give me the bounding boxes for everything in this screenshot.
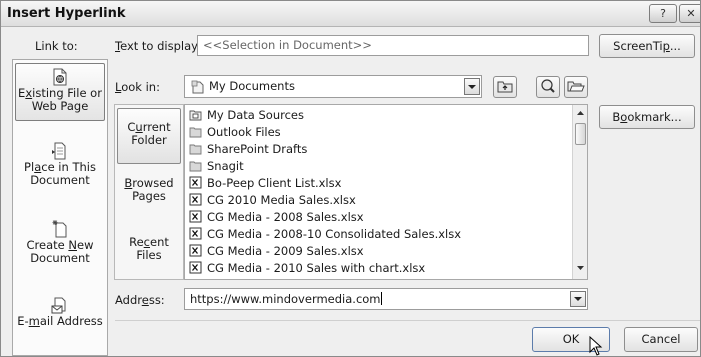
browsed-pages-button[interactable]: Browsed Pages: [117, 177, 181, 211]
look-in-dropdown-button[interactable]: [464, 78, 480, 95]
scrollbar-thumb[interactable]: [575, 123, 586, 145]
mouse-pointer-icon: [589, 336, 603, 356]
list-item[interactable]: Outlook Files: [189, 125, 281, 140]
existing-file-label: Existing File or: [18, 86, 102, 100]
browsed-pages-label-line2: Pages: [132, 189, 166, 203]
recent-files-label: Recent: [129, 235, 169, 249]
divider: [115, 320, 700, 321]
folder-icon: [189, 161, 202, 172]
browse-web-icon: [541, 79, 555, 93]
help-button[interactable]: ?: [649, 4, 677, 23]
current-folder-label-line2: Folder: [131, 133, 167, 147]
look-in-label: Look in:: [115, 80, 160, 94]
current-folder-button[interactable]: Current Folder: [117, 108, 181, 164]
chevron-down-icon: [468, 85, 476, 89]
browsed-pages-label: Browsed: [124, 176, 174, 190]
close-button[interactable]: ✕: [679, 4, 700, 23]
place-in-document-label-line2: Document: [30, 173, 90, 187]
list-item[interactable]: CG 2010 Media Sales.xlsx: [189, 193, 356, 208]
excel-file-icon: [189, 261, 202, 274]
scroll-down-arrow-icon[interactable]: [575, 263, 586, 273]
new-document-icon: [52, 220, 67, 238]
address-value: https://www.mindovermedia.com: [190, 292, 381, 306]
link-to-label: Link to:: [35, 39, 78, 53]
look-in-select[interactable]: My Documents: [184, 75, 482, 98]
chevron-down-icon: [574, 297, 582, 301]
file-list[interactable]: My Data Sources Outlook Files SharePoint…: [184, 104, 588, 280]
browse-side-pane: Current Folder Browsed Pages Recent File…: [114, 104, 184, 280]
excel-file-icon: [189, 193, 202, 206]
text-to-display-value: <<Selection in Document>>: [203, 38, 372, 52]
bookmark-button[interactable]: Bookmark...: [599, 105, 695, 129]
help-icon: ?: [660, 7, 666, 20]
text-to-display-input[interactable]: <<Selection in Document>>: [197, 35, 589, 56]
list-item[interactable]: CG Media - 2010 Sales with chart.xlsx: [189, 261, 425, 276]
title-bar: Insert Hyperlink ? ✕: [1, 1, 700, 27]
link-place-in-this-document[interactable]: Place in This Document: [15, 142, 105, 188]
list-item[interactable]: Snagit: [189, 159, 244, 174]
email-address-label: E-mail Address: [17, 314, 103, 328]
screentip-button[interactable]: ScreenTip...: [599, 34, 695, 58]
cancel-button[interactable]: Cancel: [624, 327, 698, 352]
dialog-title: Insert Hyperlink: [7, 6, 126, 21]
excel-file-icon: [189, 244, 202, 257]
folder-icon: [189, 127, 202, 138]
my-documents-icon: [191, 80, 204, 94]
data-source-folder-icon: [189, 110, 202, 121]
browse-file-button[interactable]: [564, 76, 588, 98]
link-create-new-document[interactable]: Create New Document: [15, 220, 105, 266]
address-label: Address:: [115, 293, 165, 307]
text-cursor: [380, 292, 382, 305]
existing-file-label-line2: Web Page: [31, 99, 89, 113]
up-folder-icon: [497, 81, 513, 93]
text-to-display-label: Text to display:: [115, 39, 201, 53]
excel-file-icon: [189, 210, 202, 223]
file-list-scrollbar[interactable]: [572, 105, 587, 279]
list-item[interactable]: Bo-Peep Client List.xlsx: [189, 176, 341, 191]
address-input[interactable]: https://www.mindovermedia.com: [184, 288, 588, 310]
insert-hyperlink-dialog: Insert Hyperlink ? ✕ Link to: Text to di…: [0, 0, 701, 357]
list-item[interactable]: CG Media - 2009 Sales.xlsx: [189, 244, 364, 259]
excel-file-icon: [189, 227, 202, 240]
excel-file-icon: [189, 176, 202, 189]
recent-files-button[interactable]: Recent Files: [117, 236, 181, 270]
browse-web-button[interactable]: [536, 76, 560, 98]
close-icon: ✕: [686, 7, 696, 20]
look-in-value: My Documents: [209, 79, 295, 93]
link-existing-file-or-web-page[interactable]: Existing File or Web Page: [15, 63, 105, 121]
link-email-address[interactable]: E-mail Address: [15, 296, 105, 336]
list-item[interactable]: My Data Sources: [189, 108, 304, 123]
list-item[interactable]: CG Media - 2008-10 Consolidated Sales.xl…: [189, 227, 461, 242]
up-one-folder-button[interactable]: [493, 76, 517, 98]
place-in-document-label: Place in This: [24, 160, 96, 174]
address-dropdown-button[interactable]: [570, 291, 586, 307]
list-item[interactable]: CG Media - 2008 Sales.xlsx: [189, 210, 364, 225]
document-globe-icon: [53, 68, 67, 86]
email-icon: [51, 297, 66, 314]
recent-files-label-line2: Files: [136, 248, 162, 262]
folder-icon: [189, 144, 202, 155]
place-in-document-icon: [52, 142, 66, 160]
create-new-label-line2: Document: [30, 251, 90, 265]
scroll-up-arrow-icon[interactable]: [575, 108, 586, 118]
open-folder-icon: [567, 81, 585, 92]
link-to-pane: Existing File or Web Page Place in This …: [12, 59, 108, 356]
list-item[interactable]: SharePoint Drafts: [189, 142, 307, 157]
current-folder-label: Current: [127, 120, 171, 134]
create-new-label: Create New: [26, 238, 94, 252]
